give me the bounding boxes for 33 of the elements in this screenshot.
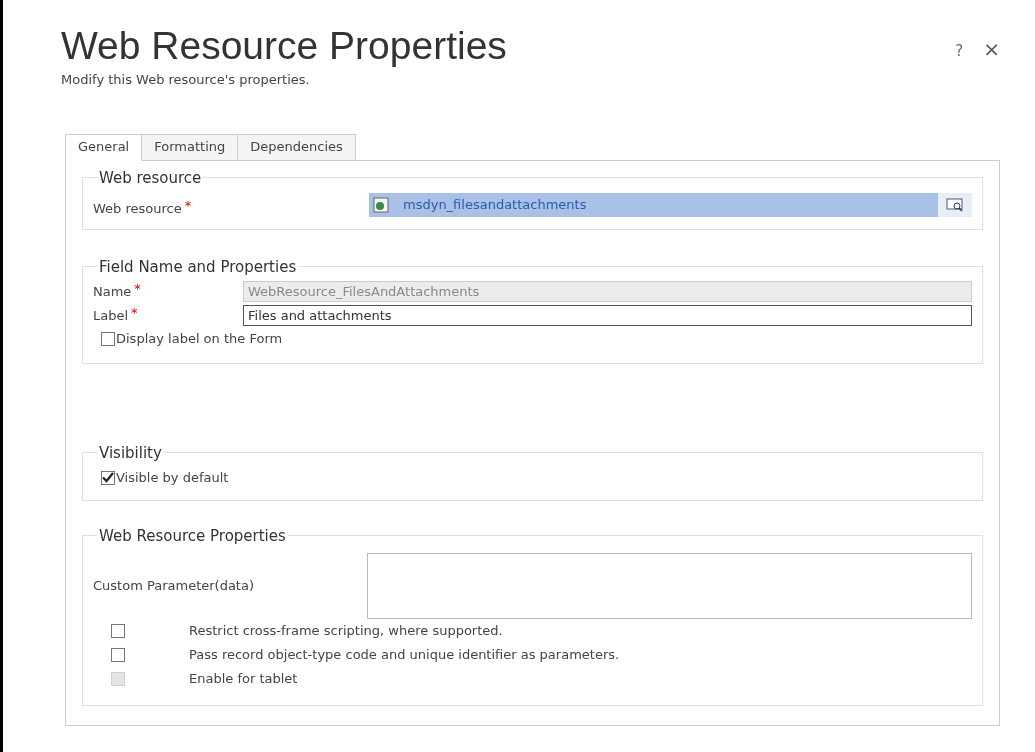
text-field[interactable]: Files and attachments — [243, 305, 972, 326]
dialog-title: Web Resource Properties — [61, 23, 508, 69]
checkbox-label: Restrict cross-frame scripting, where supported. — [189, 622, 503, 641]
section-title: Visibility — [98, 442, 163, 464]
checkbox-label: Enable for tablet — [189, 670, 298, 689]
section-title: Web resource — [98, 167, 203, 189]
required-mark: * — [134, 280, 141, 296]
section-title: Web Resource Properties — [98, 525, 287, 547]
section-title: Field Name and Properties — [98, 256, 298, 278]
tab[interactable]: Formatting — [141, 133, 239, 161]
lookup-icon — [946, 197, 964, 212]
checkmark-icon — [102, 472, 114, 484]
parameter-field[interactable] — [367, 553, 972, 619]
lookup-field[interactable]: msdyn_filesandattachments — [369, 192, 972, 217]
tab[interactable]: General — [65, 133, 143, 161]
dialog-subtitle: Modify this Web resource's properties. — [61, 71, 311, 89]
required-mark: * — [184, 198, 192, 213]
field-label: Name * — [93, 281, 142, 301]
field-label: Label * — [93, 305, 139, 325]
required-mark: * — [131, 304, 138, 320]
file-icon — [373, 196, 389, 213]
field-label: Custom Parameter(data) — [93, 577, 255, 596]
tab[interactable]: Dependencies — [237, 133, 356, 161]
checkbox-label: Pass record object-type code and unique identifier as parameters. — [189, 646, 620, 665]
field-label: Web resource * — [93, 199, 193, 218]
checkbox-label: Display label on the Form — [116, 330, 283, 348]
checkbox[interactable] — [101, 470, 115, 485]
checkbox[interactable] — [111, 648, 125, 662]
checkbox[interactable] — [111, 624, 125, 638]
help-button[interactable]: ? — [955, 40, 964, 63]
close-button[interactable]: × — [983, 34, 1000, 64]
checkbox-label: Visible by default — [116, 469, 229, 487]
checkbox[interactable] — [101, 331, 115, 346]
